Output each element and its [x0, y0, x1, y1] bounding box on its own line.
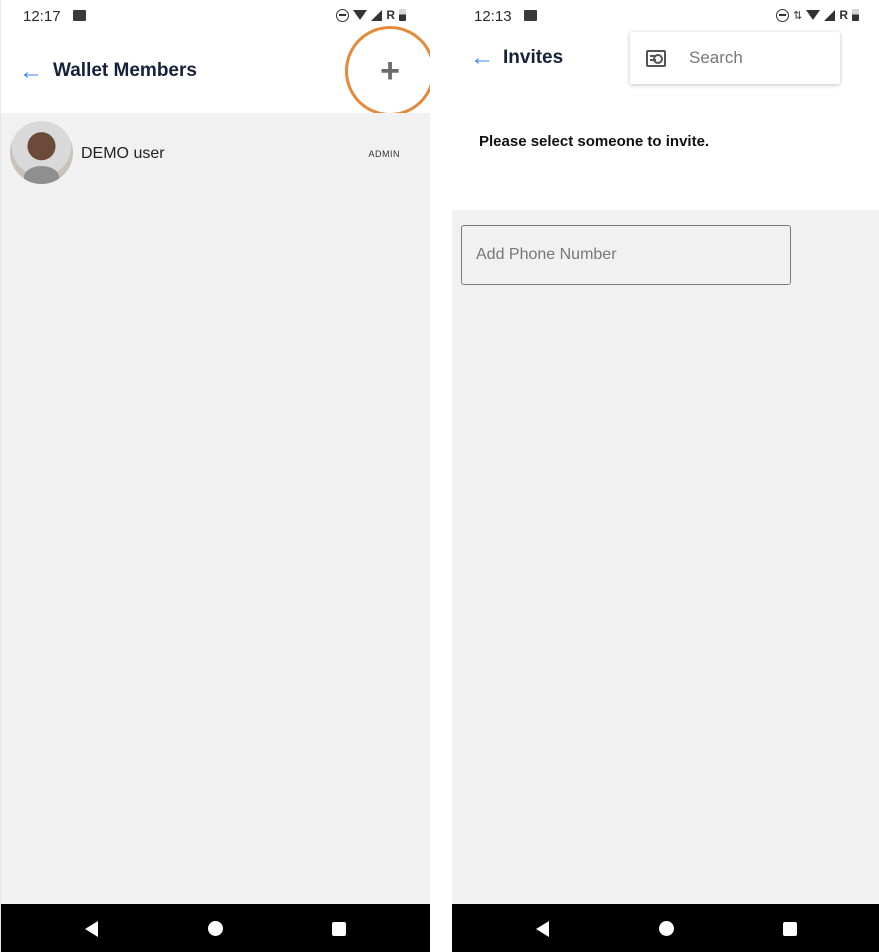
- avatar: [10, 121, 73, 184]
- status-icons: ⇅ R: [776, 8, 859, 22]
- status-time: 12:13: [474, 8, 512, 25]
- members-list: DEMO user ADMIN: [1, 113, 430, 904]
- nav-home-icon[interactable]: [659, 921, 674, 936]
- image-notification-icon: [73, 10, 86, 21]
- system-nav-bar: [1, 904, 430, 952]
- nav-recents-icon[interactable]: [332, 922, 346, 936]
- member-role-badge: ADMIN: [368, 149, 400, 159]
- cell-signal-icon: [824, 9, 836, 21]
- page-title: Wallet Members: [53, 60, 197, 81]
- nav-back-icon[interactable]: [85, 921, 98, 937]
- search-list-icon: [646, 50, 666, 67]
- do-not-disturb-icon: [336, 8, 350, 22]
- status-time: 12:17: [23, 8, 61, 25]
- battery-icon: [852, 9, 859, 21]
- status-bar: 12:13 ⇅ R: [452, 0, 879, 32]
- list-item[interactable]: DEMO user ADMIN: [1, 113, 430, 193]
- nav-back-icon[interactable]: [536, 921, 549, 937]
- invite-prompt: Please select someone to invite.: [479, 133, 710, 150]
- phone-number-input[interactable]: [461, 225, 791, 285]
- search-box[interactable]: Search: [630, 32, 840, 84]
- page-title: Invites: [503, 47, 564, 68]
- nav-recents-icon[interactable]: [783, 922, 797, 936]
- invites-screen: 12:13 ⇅ R ← Invites Search Please select…: [452, 0, 879, 952]
- cell-signal-icon: [371, 9, 383, 21]
- roaming-indicator: R: [386, 8, 395, 22]
- wifi-icon: [806, 10, 821, 20]
- nav-home-icon[interactable]: [208, 921, 223, 936]
- wallet-members-screen: 12:17 R ← Wallet Members + DEMO user ADM…: [0, 0, 430, 952]
- roaming-indicator: R: [839, 8, 848, 22]
- battery-icon: [399, 9, 406, 21]
- plus-icon: +: [380, 52, 400, 90]
- wifi-icon: [353, 10, 368, 20]
- invite-content: [452, 210, 879, 904]
- arrow-left-icon[interactable]: ←: [470, 46, 494, 70]
- add-member-button[interactable]: +: [345, 26, 430, 116]
- status-bar: 12:17 R: [1, 0, 430, 32]
- member-name: DEMO user: [81, 145, 165, 162]
- do-not-disturb-icon: [776, 8, 790, 22]
- status-icons: R: [336, 8, 406, 22]
- data-transfer-icon: ⇅: [793, 9, 803, 22]
- system-nav-bar: [452, 904, 879, 952]
- arrow-left-icon[interactable]: ←: [19, 60, 43, 84]
- image-notification-icon: [524, 10, 537, 21]
- search-placeholder: Search: [689, 48, 743, 67]
